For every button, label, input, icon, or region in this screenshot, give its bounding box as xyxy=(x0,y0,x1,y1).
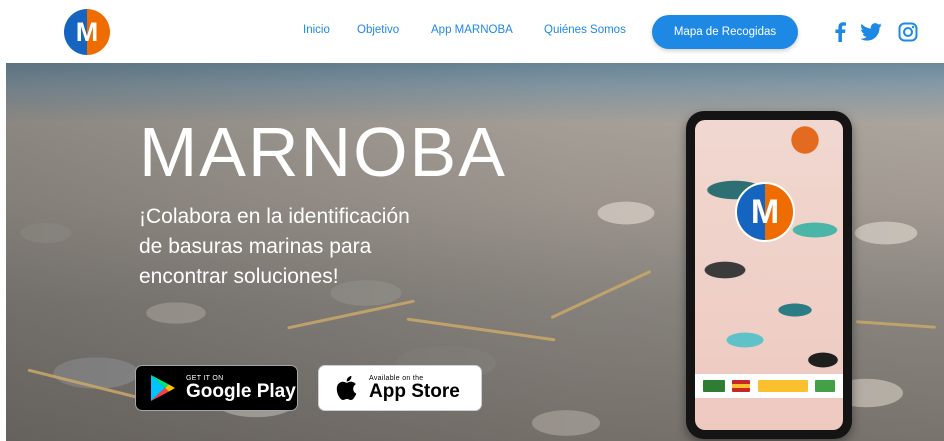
nav-link-inicio[interactable]: Inicio xyxy=(303,24,330,36)
hero-title: MARNOBA xyxy=(139,113,507,191)
instagram-icon[interactable] xyxy=(897,21,919,43)
hero-section: MARNOBA ¡Colabora en la identificación d… xyxy=(6,63,944,441)
google-play-big-text: Google Play xyxy=(186,380,296,402)
government-logo xyxy=(757,380,808,392)
sponsor-logo xyxy=(702,380,725,392)
phone-mockup: M xyxy=(686,111,852,439)
google-play-icon xyxy=(148,373,178,403)
sponsor-logos-bar xyxy=(695,374,843,398)
app-store-big-text: App Store xyxy=(369,380,460,402)
phone-app-logo: M xyxy=(735,182,795,242)
nav-link-app-marnoba[interactable]: App MARNOBA xyxy=(431,24,513,36)
nav-link-objetivo[interactable]: Objetivo xyxy=(357,24,399,36)
nav-link-quienes-somos[interactable]: Quiénes Somos xyxy=(544,24,626,36)
hero-subtitle: ¡Colabora en la identificación de basura… xyxy=(139,205,410,288)
phone-screen: M xyxy=(695,120,843,430)
app-store-badge[interactable]: Available on the App Store xyxy=(318,365,482,411)
sponsor-logo xyxy=(815,380,836,392)
facebook-icon[interactable] xyxy=(829,21,851,43)
google-play-badge[interactable]: GET IT ON Google Play xyxy=(135,365,298,411)
spain-flag-logo xyxy=(732,380,751,392)
twitter-icon[interactable] xyxy=(860,21,882,43)
apple-icon xyxy=(331,373,361,403)
logo-letter: M xyxy=(75,16,99,47)
phone-logo-letter: M xyxy=(750,192,780,231)
marnoba-logo[interactable]: M xyxy=(64,9,110,55)
site-header: M Inicio Objetivo App MARNOBA Quiénes So… xyxy=(0,0,944,63)
mapa-de-recogidas-button[interactable]: Mapa de Recogidas xyxy=(652,15,798,49)
